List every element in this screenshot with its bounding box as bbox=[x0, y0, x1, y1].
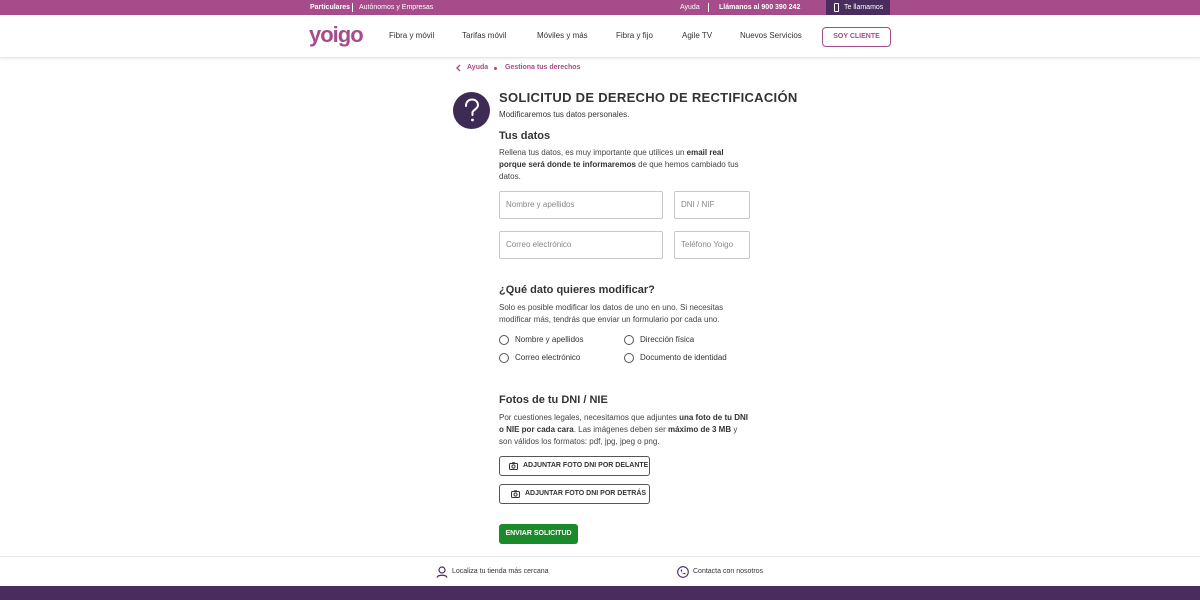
page-title: SOLICITUD DE DERECHO DE RECTIFICACIÓN bbox=[499, 90, 798, 105]
text-part: Por cuestiones legales, necesitamos que … bbox=[499, 413, 680, 422]
text-bold: máximo de 3 MB bbox=[667, 425, 732, 434]
nav-fibra-fijo[interactable]: Fibra y fijo bbox=[616, 31, 653, 40]
footer: Localiza tu tienda más cercana Contacta … bbox=[0, 556, 1200, 586]
breadcrumb-separator bbox=[494, 67, 497, 70]
autonomos-link[interactable]: Autónomos y Empresas bbox=[359, 0, 433, 15]
nav-tarifas-movil[interactable]: Tarifas móvil bbox=[462, 31, 506, 40]
attach-back-button[interactable]: ADJUNTAR FOTO DNI POR DETRÁS bbox=[499, 484, 650, 504]
radio-label-nombre: Nombre y apellidos bbox=[515, 335, 584, 344]
phone-contact-icon bbox=[677, 566, 689, 578]
attach-front-button[interactable]: ADJUNTAR FOTO DNI POR DELANTE bbox=[499, 456, 650, 476]
te-llamamos-button[interactable]: Te llamamos bbox=[826, 0, 890, 15]
fotos-text: Por cuestiones legales, necesitamos que … bbox=[499, 412, 749, 448]
store-location-icon bbox=[436, 566, 448, 578]
radio-correo[interactable] bbox=[499, 353, 509, 363]
mobile-phone-icon bbox=[834, 3, 839, 12]
radio-direccion[interactable] bbox=[624, 335, 634, 345]
nav-moviles-mas[interactable]: Móviles y más bbox=[537, 31, 588, 40]
radio-documento[interactable] bbox=[624, 353, 634, 363]
tus-datos-text: Rellena tus datos, es muy importante que… bbox=[499, 147, 749, 183]
nav-fibra-movil[interactable]: Fibra y móvil bbox=[389, 31, 434, 40]
svg-text:yoigo: yoigo bbox=[309, 25, 363, 47]
breadcrumb-gestiona[interactable]: Gestiona tus derechos bbox=[505, 64, 580, 71]
modificar-heading: ¿Qué dato quieres modificar? bbox=[499, 284, 655, 296]
dni-input[interactable]: DNI / NIF bbox=[674, 191, 750, 219]
particulares-link[interactable]: Particulares bbox=[310, 0, 350, 15]
contacta-link[interactable]: Contacta con nosotros bbox=[693, 568, 763, 575]
radio-label-documento: Documento de identidad bbox=[640, 353, 727, 362]
attach-front-label: ADJUNTAR FOTO DNI POR DELANTE bbox=[523, 462, 649, 469]
radio-label-correo: Correo electrónico bbox=[515, 353, 581, 362]
te-llamamos-label: Te llamamos bbox=[844, 4, 884, 11]
chevron-left-icon[interactable] bbox=[455, 64, 461, 72]
telefono-input[interactable]: Teléfono Yoigo bbox=[674, 231, 750, 259]
ayuda-link[interactable]: Ayuda bbox=[680, 0, 700, 15]
modificar-text: Solo es posible modificar los datos de u… bbox=[499, 303, 724, 324]
breadcrumb-ayuda[interactable]: Ayuda bbox=[467, 64, 488, 71]
correo-input[interactable]: Correo electrónico bbox=[499, 231, 663, 259]
localiza-tienda-link[interactable]: Localiza tu tienda más cercana bbox=[452, 568, 549, 575]
camera-icon bbox=[509, 462, 518, 470]
phone-number[interactable]: Llámanos al 900 390 242 bbox=[719, 0, 800, 15]
camera-icon bbox=[511, 490, 520, 498]
nav-nuevos-servicios[interactable]: Nuevos Servicios bbox=[740, 31, 802, 40]
radio-label-direccion: Dirección física bbox=[640, 335, 695, 344]
divider bbox=[708, 3, 709, 12]
fotos-heading: Fotos de tu DNI / NIE bbox=[499, 394, 608, 406]
nav-agile-tv[interactable]: Agile TV bbox=[682, 31, 712, 40]
soy-cliente-button[interactable]: SOY CLIENTE bbox=[822, 27, 891, 47]
question-mark-icon bbox=[453, 92, 490, 129]
divider bbox=[352, 3, 353, 12]
nombre-input[interactable]: Nombre y apellidos bbox=[499, 191, 663, 219]
tus-datos-heading: Tus datos bbox=[499, 130, 551, 142]
text-part: . Las imágenes deben ser bbox=[573, 425, 668, 434]
top-bar: Particulares Autónomos y Empresas Ayuda … bbox=[0, 0, 1200, 15]
bottom-bar bbox=[0, 586, 1200, 600]
attach-back-label: ADJUNTAR FOTO DNI POR DETRÁS bbox=[525, 490, 647, 497]
radio-nombre[interactable] bbox=[499, 335, 509, 345]
yoigo-logo[interactable]: yoigo bbox=[309, 25, 369, 47]
enviar-solicitud-button[interactable]: ENVIAR SOLICITUD bbox=[499, 524, 578, 544]
page-subtitle: Modificaremos tus datos personales. bbox=[499, 110, 630, 119]
main-header: yoigo Fibra y móvil Tarifas móvil Móvile… bbox=[0, 15, 1200, 58]
text-part: Rellena tus datos, es muy importante que… bbox=[499, 148, 687, 157]
